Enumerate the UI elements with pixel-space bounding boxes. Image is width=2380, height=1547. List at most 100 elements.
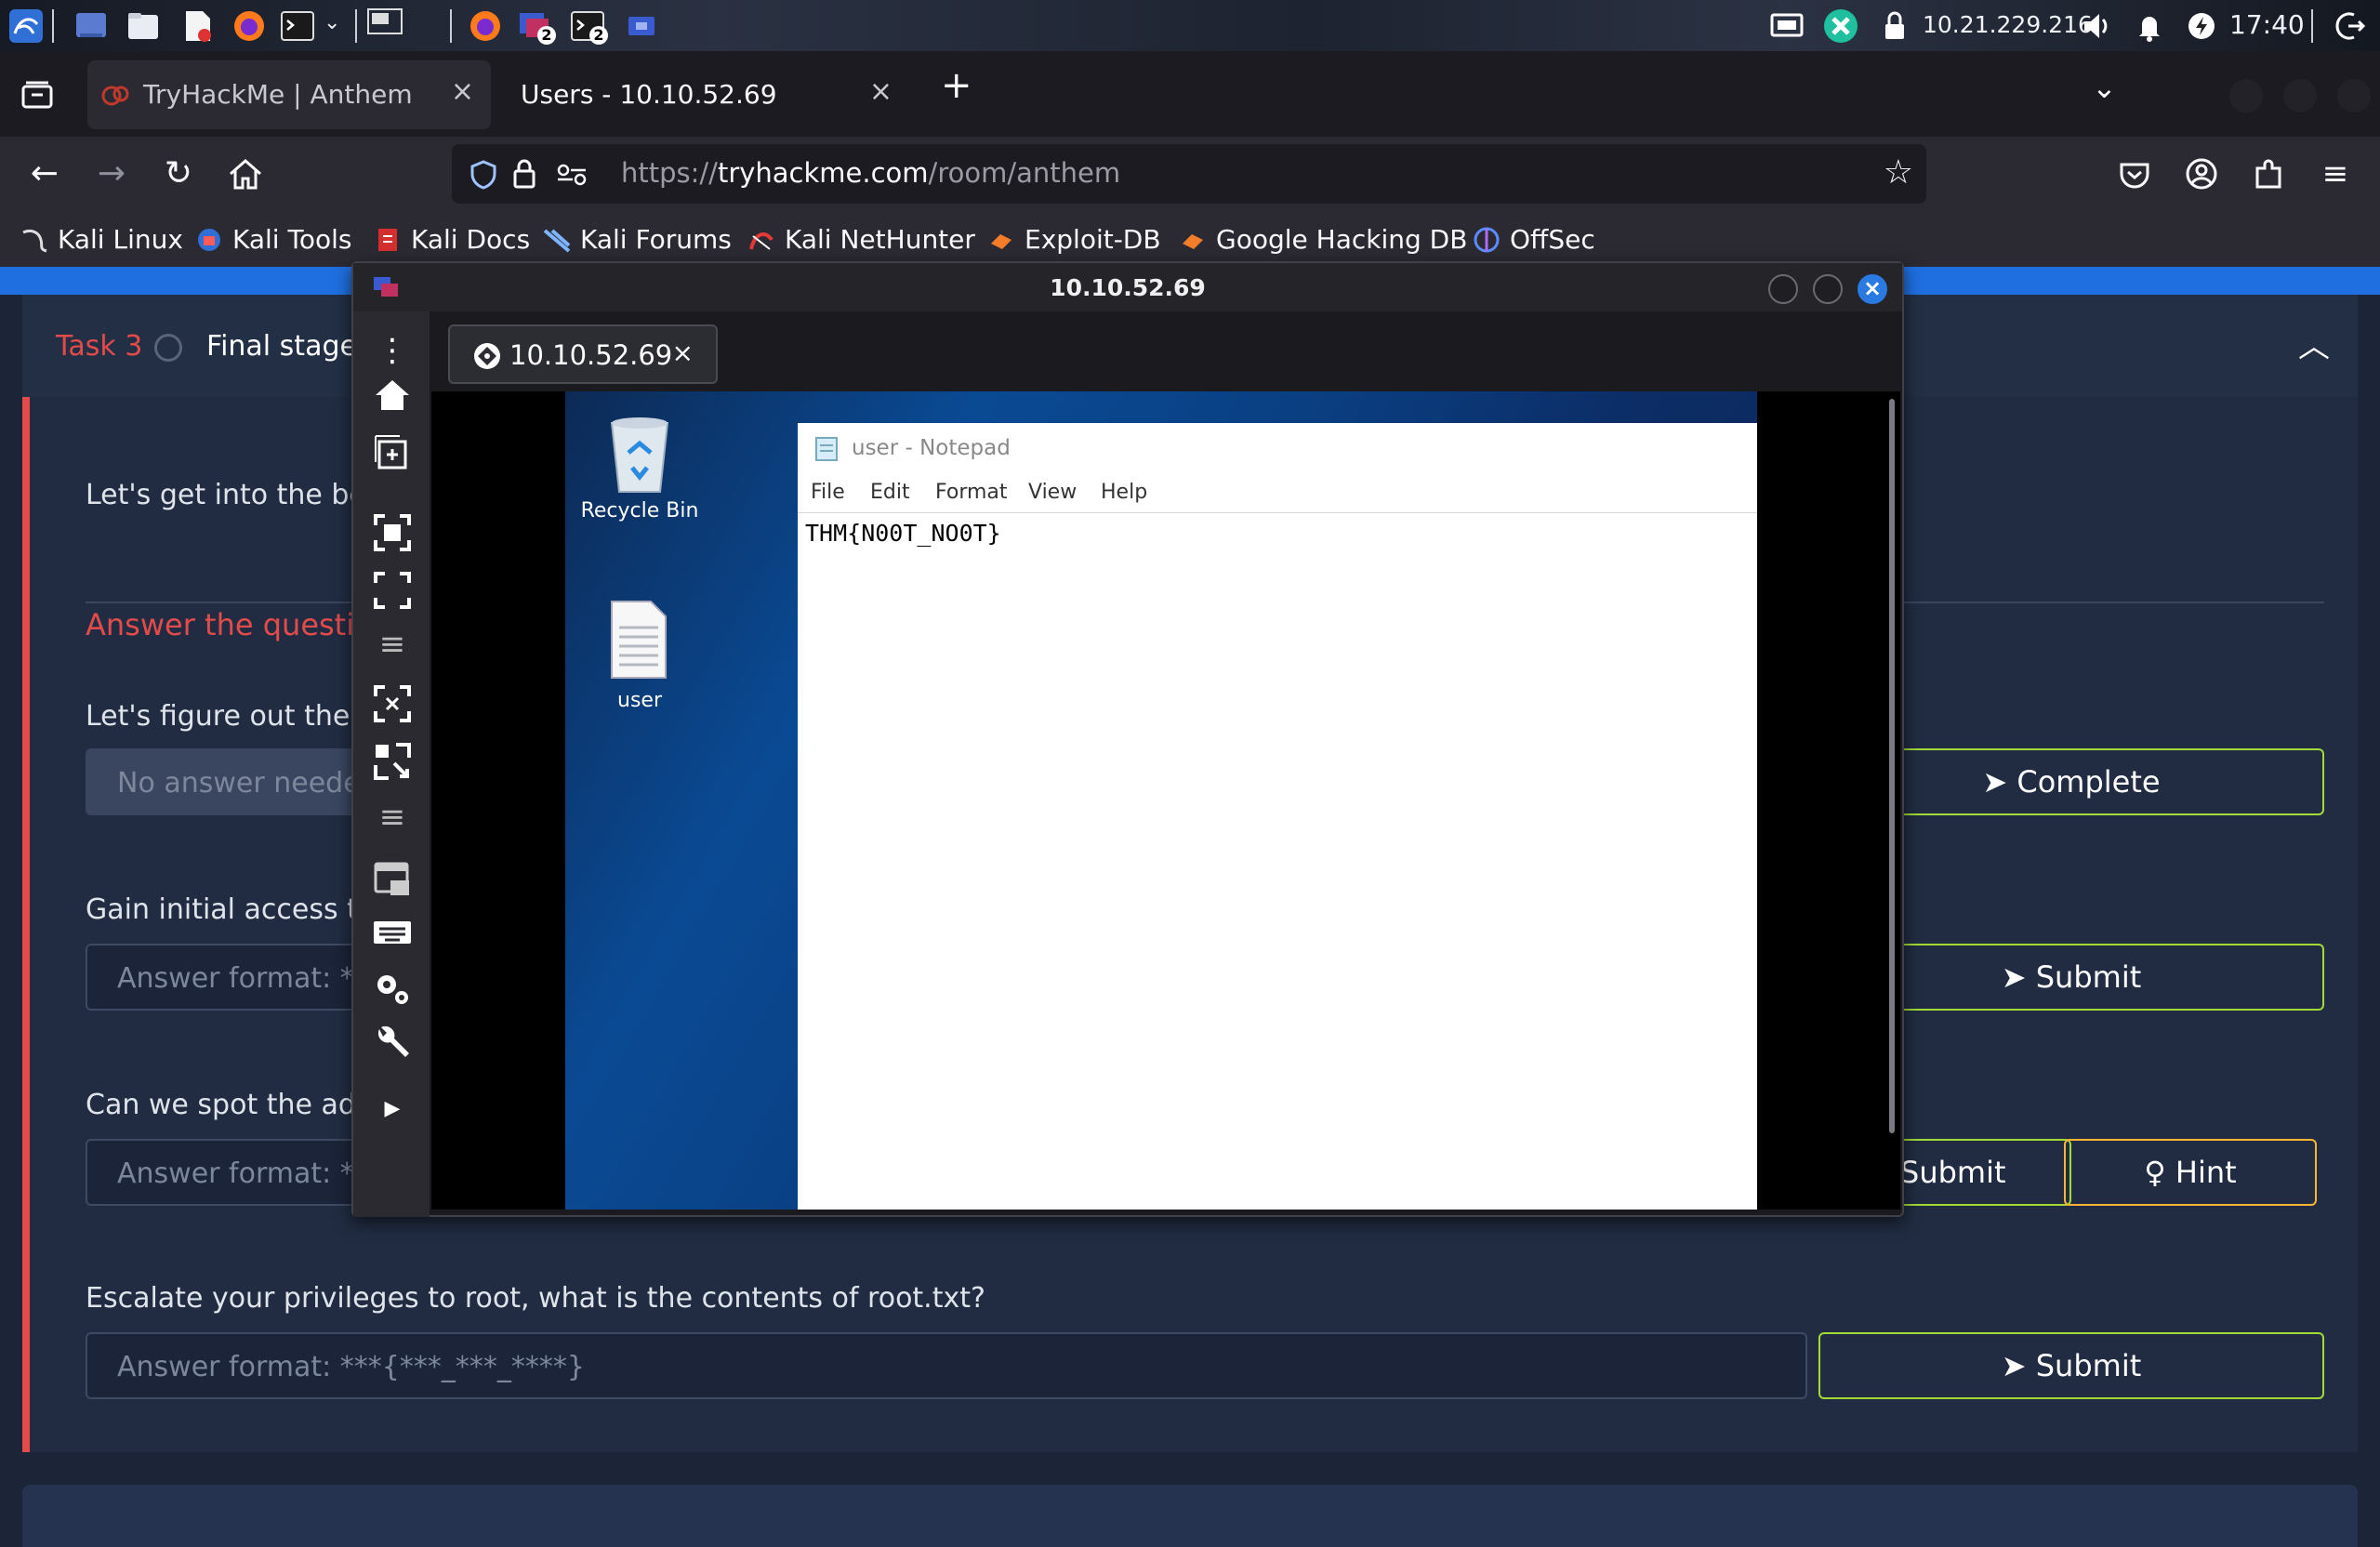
text-file-icon[interactable] — [606, 598, 671, 681]
more-options-icon[interactable]: ⋮ — [372, 330, 413, 371]
submit-button[interactable]: ➤ Submit — [1818, 1332, 2324, 1399]
fit-window-icon[interactable] — [372, 512, 413, 553]
menu-edit[interactable]: Edit — [870, 481, 910, 504]
wrench-tools-icon[interactable] — [372, 1022, 413, 1063]
reload-icon[interactable]: ↻ — [158, 153, 199, 194]
close-icon[interactable]: × — [1858, 274, 1887, 304]
windows-desktop[interactable]: Recycle Bin user user - Notepad File Edi… — [565, 391, 1757, 1210]
firefox-icon[interactable] — [231, 7, 268, 45]
text-editor-icon[interactable] — [178, 7, 216, 45]
bookmark-offsec[interactable]: OffSec — [1473, 221, 1595, 258]
new-tab-icon[interactable]: + — [941, 64, 972, 107]
settings-gears-icon[interactable] — [372, 968, 413, 1009]
tab-label: TryHackMe | Anthem — [143, 79, 413, 110]
menu-lines-icon[interactable]: ≡ — [372, 797, 413, 838]
list-tabs-icon[interactable]: ⌄ — [2092, 70, 2117, 105]
tab-tryhackme[interactable]: TryHackMe | Anthem × — [87, 60, 491, 129]
power-manager-icon[interactable] — [2183, 7, 2220, 45]
multi-monitor-icon[interactable] — [372, 858, 413, 899]
bookmark-kali-linux[interactable]: Kali Linux — [20, 221, 183, 258]
question-1-text: Let's figure out the us — [86, 700, 391, 733]
screen-icon[interactable] — [1768, 7, 1805, 45]
terminal-icon[interactable] — [279, 7, 316, 45]
minimize-window-icon[interactable] — [2229, 79, 2263, 112]
maximize-icon[interactable] — [1813, 274, 1843, 304]
close-tab-icon[interactable]: × — [869, 75, 892, 108]
vpn-status-icon[interactable] — [1822, 7, 1859, 45]
close-tab-icon[interactable]: × — [672, 337, 694, 368]
tab-label: 10.10.52.69 — [509, 339, 673, 371]
notification-bell-icon[interactable] — [2131, 7, 2168, 45]
maximize-window-icon[interactable] — [2283, 79, 2317, 112]
menu-help[interactable]: Help — [1101, 481, 1147, 504]
home-icon[interactable] — [225, 153, 266, 194]
chevron-up-icon[interactable]: ︿ — [2298, 321, 2330, 366]
workspace-preview-icon[interactable] — [366, 7, 403, 45]
scrollbar[interactable] — [1889, 399, 1895, 1133]
url-text[interactable]: https://tryhackme.com/room/anthem — [621, 157, 1120, 189]
show-desktop-icon[interactable] — [73, 7, 110, 45]
notepad-content[interactable]: THM{N00T_NO0T} — [805, 520, 1001, 547]
keyboard-icon[interactable] — [372, 912, 413, 953]
next-task-card — [22, 1485, 2358, 1547]
pocket-icon[interactable] — [2114, 153, 2155, 194]
window-title: 10.10.52.69 — [1050, 274, 1206, 301]
extensions-icon[interactable] — [2248, 153, 2289, 194]
new-connection-icon[interactable] — [372, 432, 413, 473]
account-icon[interactable] — [2181, 153, 2222, 194]
forward-arrow-icon[interactable]: → — [91, 153, 132, 194]
volume-icon[interactable] — [2079, 7, 2116, 45]
user-file-label: user — [617, 689, 662, 712]
url-bar[interactable]: https://tryhackme.com/room/anthem ☆ — [452, 144, 1926, 204]
menu-lines-icon[interactable]: ≡ — [372, 624, 413, 665]
bookmark-kali-docs[interactable]: Kali Docs — [374, 221, 530, 258]
firefox-window-icon[interactable] — [467, 7, 504, 45]
notepad-window[interactable]: user - Notepad File Edit Format View Hel… — [798, 423, 1757, 1210]
bookmark-google-hacking-db[interactable]: Google Hacking DB — [1179, 221, 1467, 258]
vpn-lock-icon[interactable] — [1876, 7, 1913, 45]
scale-icon[interactable] — [372, 683, 413, 724]
minimize-icon[interactable] — [1768, 274, 1798, 304]
remote-screen[interactable]: Recycle Bin user user - Notepad File Edi… — [431, 391, 1900, 1210]
app-window-icon[interactable] — [623, 7, 660, 45]
close-tab-icon[interactable]: × — [451, 75, 474, 108]
firefox-view-icon[interactable] — [20, 79, 54, 111]
ip-address-label: 10.21.229.216 — [1923, 11, 2093, 38]
file-manager-icon[interactable] — [125, 7, 162, 45]
tab-users[interactable]: Users - 10.10.52.69 × — [506, 60, 909, 129]
menu-format[interactable]: Format — [935, 481, 1008, 504]
hint-button[interactable]: ♀ Hint — [2064, 1139, 2317, 1206]
bookmark-kali-forums[interactable]: Kali Forums — [543, 221, 732, 258]
remote-viewer-window[interactable]: 10.10.52.69 × ⋮ ≡ ≡ ▶ 10.10.52.69 × Recy… — [351, 261, 1904, 1217]
question-4-answer-input[interactable]: Answer format: ***{***_***_****} — [86, 1332, 1807, 1399]
close-window-icon[interactable] — [2337, 79, 2371, 112]
kali-menu-icon[interactable] — [7, 7, 45, 45]
back-arrow-icon[interactable]: ← — [24, 153, 65, 194]
separator — [355, 9, 357, 43]
resize-icon[interactable] — [372, 741, 413, 782]
chevron-down-icon[interactable]: ⌄ — [324, 11, 340, 34]
bookmark-kali-tools[interactable]: Kali Tools — [195, 221, 351, 258]
window-titlebar[interactable]: 10.10.52.69 × — [353, 263, 1902, 311]
send-icon: ➤ — [1982, 764, 2008, 800]
menu-view[interactable]: View — [1028, 481, 1077, 504]
connection-tab[interactable]: 10.10.52.69 × — [448, 324, 718, 384]
tracking-protection-shield-icon[interactable] — [469, 159, 498, 191]
lock-icon[interactable] — [511, 157, 537, 191]
bookmark-star-icon[interactable]: ☆ — [1884, 153, 1913, 192]
home-icon[interactable] — [372, 375, 413, 416]
expand-arrow-icon[interactable]: ▶ — [372, 1089, 413, 1130]
permissions-icon[interactable] — [556, 163, 588, 187]
recycle-bin-icon[interactable] — [601, 410, 679, 496]
fullscreen-icon[interactable] — [372, 570, 413, 611]
viewer-sidebar: ⋮ ≡ ≡ ▶ — [353, 311, 430, 1217]
tryhackme-favicon-icon — [101, 86, 129, 106]
menu-file[interactable]: File — [811, 481, 845, 504]
logout-icon[interactable] — [2332, 7, 2369, 45]
input-placeholder: Answer format: *** — [117, 962, 382, 995]
bookmark-kali-nethunter[interactable]: Kali NetHunter — [747, 221, 975, 258]
app-menu-icon[interactable]: ≡ — [2315, 153, 2356, 194]
bookmark-exploit-db[interactable]: Exploit-DB — [987, 221, 1161, 258]
task-accent-line — [22, 397, 30, 1452]
lightbulb-icon: ♀ — [2144, 1155, 2166, 1190]
